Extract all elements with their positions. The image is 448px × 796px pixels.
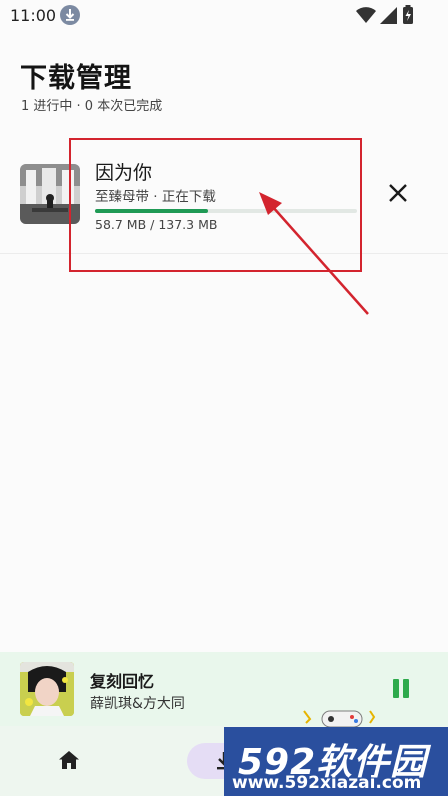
status-bar: 11:00 — [0, 0, 448, 32]
download-notification-icon — [60, 5, 80, 25]
cell-signal-icon — [380, 7, 397, 24]
cancel-download-button[interactable] — [384, 179, 412, 207]
pause-icon-bar — [403, 679, 409, 698]
download-progress-fill — [95, 209, 208, 213]
download-size: 58.7 MB / 137.3 MB — [95, 217, 218, 232]
now-playing-cover — [20, 662, 74, 716]
download-item[interactable]: 因为你 至臻母带 · 正在下载 58.7 MB / 137.3 MB — [0, 146, 448, 254]
wifi-icon — [356, 7, 376, 23]
battery-icon — [403, 5, 413, 24]
close-icon — [389, 184, 407, 202]
download-summary: 1 进行中 · 0 本次已完成 — [21, 99, 163, 114]
pause-button[interactable] — [391, 679, 413, 701]
watermark-url: www.592xiazai.com — [232, 773, 422, 793]
song-quality-status: 至臻母带 · 正在下载 — [95, 189, 216, 205]
site-watermark: 592软件园 www.592xiazai.com — [224, 727, 448, 796]
status-time: 11:00 — [10, 6, 57, 25]
album-cover — [20, 164, 80, 224]
download-progress-bar — [95, 209, 357, 213]
mini-player[interactable]: 复刻回忆 薛凯琪&方大同 — [0, 652, 448, 726]
nav-home-tab[interactable] — [58, 750, 84, 774]
song-title: 因为你 — [95, 162, 153, 184]
home-icon — [59, 751, 79, 769]
now-playing-artist: 薛凯琪&方大同 — [90, 696, 185, 712]
pause-icon — [393, 679, 399, 698]
page-title: 下载管理 — [20, 63, 132, 94]
now-playing-title: 复刻回忆 — [90, 672, 155, 691]
